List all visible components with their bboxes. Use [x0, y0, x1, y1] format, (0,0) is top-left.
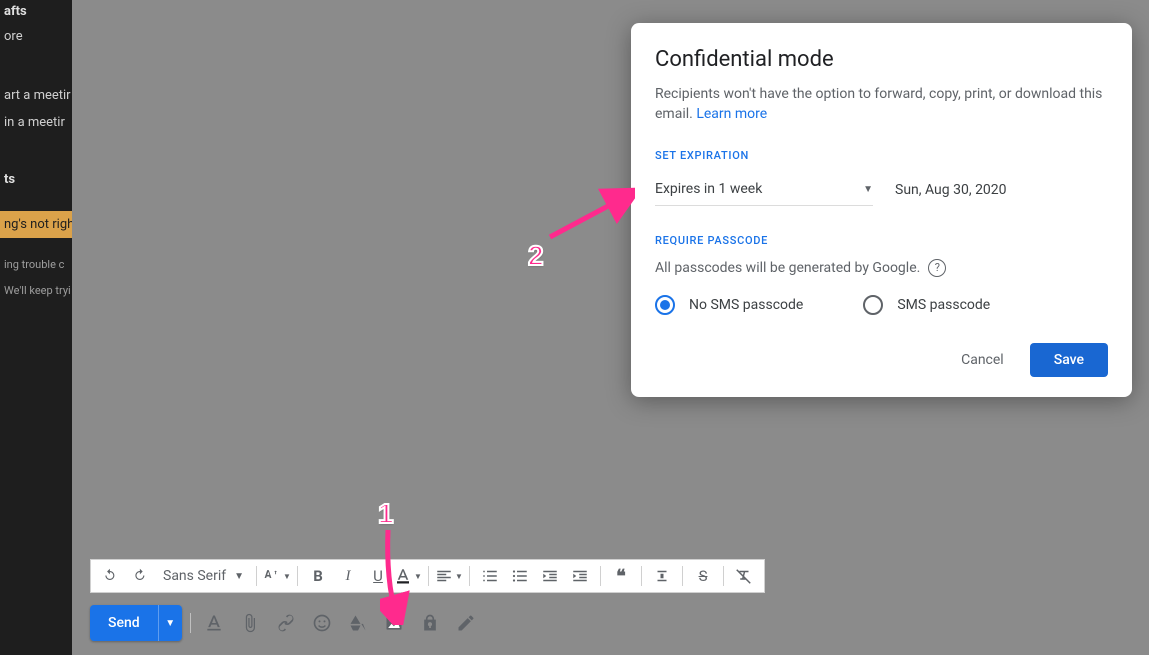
radio-unselected-icon [863, 295, 883, 315]
bold-icon[interactable]: B [304, 562, 332, 590]
confidential-mode-dialog: Confidential mode Recipients won't have … [631, 23, 1132, 397]
bulleted-list-icon[interactable] [506, 562, 534, 590]
chevron-down-icon: ▼ [234, 571, 244, 582]
strikethrough-icon[interactable]: S [689, 562, 717, 590]
annotation-arrow-2 [545, 187, 635, 242]
sidebar-status-text: ing trouble c [0, 252, 72, 278]
sidebar-fragment: afts ore art a meetir in a meetir ts ng'… [0, 0, 72, 655]
toolbar-separator [682, 566, 683, 586]
emoji-icon[interactable] [307, 608, 337, 638]
separator [190, 613, 191, 633]
confidential-mode-icon[interactable] [415, 608, 445, 638]
text-format-icon[interactable] [199, 608, 229, 638]
font-family-select[interactable]: Sans Serif ▼ [157, 562, 250, 590]
annotation-number-2: 2 [528, 240, 544, 272]
font-family-label: Sans Serif [163, 568, 226, 584]
redo-icon[interactable] [127, 562, 155, 590]
remove-formatting-icon[interactable] [730, 562, 758, 590]
numbered-list-icon[interactable] [476, 562, 504, 590]
chevron-down-icon: ▼ [863, 184, 873, 195]
sidebar-item-highlighted[interactable]: ng's not righ [0, 211, 72, 238]
sidebar-status-text: We'll keep tryi [0, 278, 72, 304]
radio-sms-passcode[interactable]: SMS passcode [863, 295, 990, 315]
section-require-passcode: REQUIRE PASSCODE [655, 234, 1108, 247]
cancel-button[interactable]: Cancel [951, 344, 1014, 376]
save-button[interactable]: Save [1030, 343, 1108, 377]
send-more-button[interactable]: ▼ [158, 605, 182, 641]
quote-icon[interactable]: ❝ [607, 562, 635, 590]
send-button-group: Send ▼ [90, 605, 182, 641]
help-icon[interactable]: ? [928, 259, 946, 277]
pen-icon[interactable] [451, 608, 481, 638]
section-set-expiration: SET EXPIRATION [655, 149, 1108, 162]
toolbar-separator [600, 566, 601, 586]
attach-icon[interactable] [235, 608, 265, 638]
learn-more-link[interactable]: Learn more [696, 106, 767, 122]
indent-more-icon[interactable] [566, 562, 594, 590]
compose-action-row: Send ▼ [90, 605, 481, 641]
undo-icon[interactable] [97, 562, 125, 590]
radio-label: SMS passcode [897, 297, 990, 313]
sidebar-item-start-meeting[interactable]: art a meetir [0, 82, 72, 109]
expiration-value: Expires in 1 week [655, 181, 762, 197]
dialog-title: Confidential mode [655, 47, 1108, 72]
toolbar-separator [469, 566, 470, 586]
toolbar-separator [641, 566, 642, 586]
sidebar-section: ts [0, 168, 72, 191]
toolbar-separator [297, 566, 298, 586]
radio-selected-icon [655, 295, 675, 315]
indent-less-icon[interactable] [536, 562, 564, 590]
passcode-description: All passcodes will be generated by Googl… [655, 260, 920, 276]
dialog-description: Recipients won't have the option to forw… [655, 84, 1108, 125]
formatting-toolbar: Sans Serif ▼ ▼ B I U ▼ ▼ ❝ S [90, 559, 765, 593]
link-icon[interactable] [271, 608, 301, 638]
toolbar-separator [723, 566, 724, 586]
align-icon[interactable]: ▼ [435, 562, 463, 590]
toolbar-separator [256, 566, 257, 586]
radio-label: No SMS passcode [689, 297, 803, 313]
radio-no-sms-passcode[interactable]: No SMS passcode [655, 295, 803, 315]
sidebar-item-join-meeting[interactable]: in a meetir [0, 109, 72, 136]
sidebar-item-drafts[interactable]: afts [0, 0, 72, 23]
drive-icon[interactable] [343, 608, 373, 638]
font-size-icon[interactable]: ▼ [263, 562, 291, 590]
sidebar-item-more[interactable]: ore [0, 23, 72, 50]
send-button[interactable]: Send [90, 605, 158, 641]
expiration-select[interactable]: Expires in 1 week ▼ [655, 174, 873, 206]
image-icon[interactable] [379, 608, 409, 638]
strike-icon[interactable] [648, 562, 676, 590]
text-color-icon[interactable]: ▼ [394, 562, 422, 590]
annotation-number-1: 1 [378, 498, 394, 530]
toolbar-separator [428, 566, 429, 586]
italic-icon[interactable]: I [334, 562, 362, 590]
underline-icon[interactable]: U [364, 562, 392, 590]
expiration-date: Sun, Aug 30, 2020 [895, 182, 1007, 198]
